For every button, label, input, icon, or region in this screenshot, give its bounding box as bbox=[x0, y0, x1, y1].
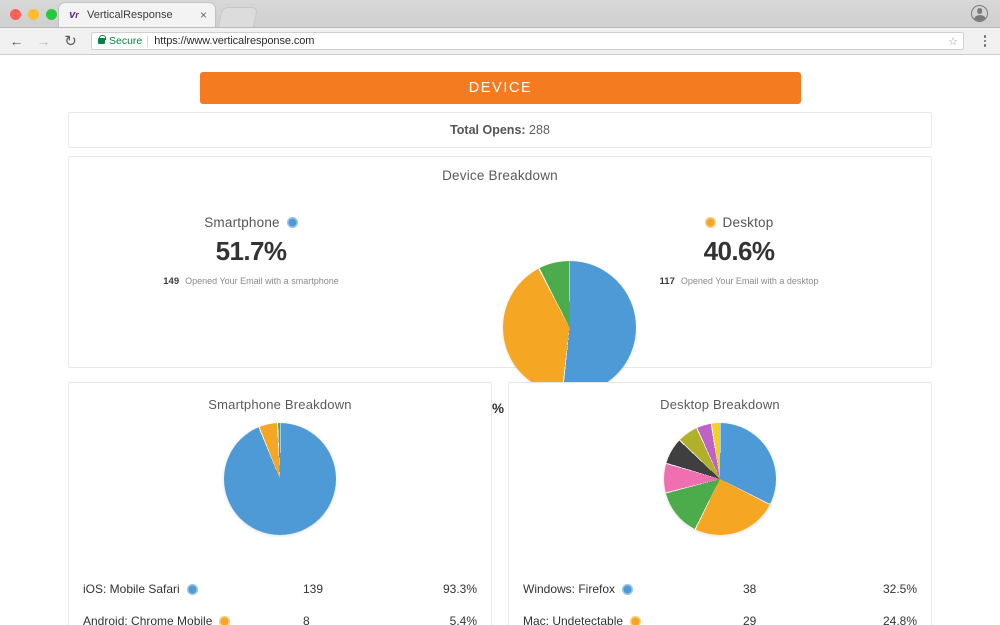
smartphone-stat-head: Smartphone bbox=[121, 215, 381, 230]
forward-button[interactable]: → bbox=[35, 33, 52, 50]
desktop-stat-sub: 117 Opened Your Email with a desktop bbox=[609, 276, 869, 287]
browser-window: vr VerticalResponse × ← → ↻ Secure https… bbox=[0, 0, 1000, 625]
new-tab-button[interactable] bbox=[217, 7, 259, 27]
row-label-text: Android: Chrome Mobile bbox=[83, 614, 213, 625]
window-controls[interactable] bbox=[10, 9, 57, 20]
profile-avatar-icon[interactable] bbox=[971, 5, 988, 22]
browser-tab[interactable]: vr VerticalResponse × bbox=[58, 2, 216, 27]
row-label: iOS: Mobile Safari bbox=[83, 582, 303, 596]
device-banner-label: DEVICE bbox=[468, 80, 533, 96]
smartphone-stat-count: 149 bbox=[163, 276, 180, 287]
desktop-stat-pct: 40.6% bbox=[703, 236, 775, 266]
row-count: 139 bbox=[303, 582, 324, 596]
maximize-window-button[interactable] bbox=[46, 9, 57, 20]
row-percent: 24.8% bbox=[882, 614, 917, 625]
device-banner: DEVICE bbox=[200, 72, 801, 104]
browser-toolbar: ← → ↻ Secure https://www.verticalrespons… bbox=[0, 28, 1000, 55]
row-label-text: Mac: Undetectable bbox=[523, 614, 624, 625]
address-bar[interactable]: Secure https://www.verticalresponse.com … bbox=[91, 32, 964, 50]
desktop-rows: Windows: Firefox 38 32.5% Mac: Undetectable… bbox=[509, 573, 931, 625]
lock-icon bbox=[98, 34, 106, 44]
tab-strip: vr VerticalResponse × bbox=[0, 0, 1000, 28]
reload-button[interactable]: ↻ bbox=[62, 33, 79, 50]
omnibox-divider bbox=[147, 35, 149, 47]
row-label-text: Windows: Firefox bbox=[523, 582, 616, 596]
url-text: https://www.verticalresponse.com bbox=[154, 35, 315, 47]
device-pie-chart bbox=[503, 261, 636, 394]
smartphone-breakdown-card: Smartphone Breakdown iOS: Mobile Safari 1… bbox=[68, 382, 492, 625]
smartphone-pie-chart bbox=[224, 423, 336, 535]
desktop-breakdown-title: Desktop Breakdown bbox=[660, 397, 780, 412]
smartphone-stat: Smartphone 51.7% 149 Opened Your Email w… bbox=[121, 215, 381, 287]
smartphone-breakdown-title: Smartphone Breakdown bbox=[208, 397, 352, 412]
page-content: DEVICE Total Opens: 288 Device Breakdown… bbox=[0, 57, 1000, 625]
row-legend-dot bbox=[630, 615, 642, 625]
smartphone-stat-desc: Opened Your Email with a smartphone bbox=[185, 276, 339, 286]
row-percent: 93.3% bbox=[442, 582, 477, 596]
close-tab-icon[interactable]: × bbox=[198, 9, 209, 21]
device-breakdown-card: Device Breakdown Smartphone 51.7% 149 Op… bbox=[68, 156, 932, 416]
smartphone-stat-pct: 51.7% bbox=[215, 236, 287, 266]
bookmark-star-icon[interactable]: ☆ bbox=[948, 35, 958, 48]
desktop-pie-chart bbox=[664, 423, 776, 535]
smartphone-stat-label: Smartphone bbox=[204, 215, 280, 230]
vr-logo-icon: vr bbox=[69, 9, 79, 21]
secure-label: Secure bbox=[109, 35, 143, 47]
table-row: Android: Chrome Mobile 8 5.4% bbox=[69, 605, 491, 625]
row-label-text: iOS: Mobile Safari bbox=[83, 582, 180, 596]
smartphone-rows: iOS: Mobile Safari 139 93.3% Android: Chrom… bbox=[69, 573, 491, 625]
desktop-stat: Desktop 40.6% 117 Opened Your Email with… bbox=[609, 215, 869, 287]
minimize-window-button[interactable] bbox=[28, 9, 39, 20]
row-percent: 32.5% bbox=[882, 582, 917, 596]
table-row: iOS: Mobile Safari 139 93.3% bbox=[69, 573, 491, 605]
row-label: Windows: Firefox bbox=[523, 582, 743, 596]
desktop-stat-desc: Opened Your Email with a desktop bbox=[680, 276, 819, 286]
smartphone-legend-dot bbox=[286, 217, 298, 228]
row-legend-dot bbox=[622, 583, 634, 595]
tab-title: VerticalResponse bbox=[87, 9, 173, 21]
desktop-stat-label: Desktop bbox=[722, 215, 774, 230]
row-legend-dot bbox=[219, 615, 231, 625]
close-window-button[interactable] bbox=[10, 9, 21, 20]
row-percent: 5.4% bbox=[449, 614, 477, 625]
total-opens-card: Total Opens: 288 bbox=[68, 112, 932, 148]
device-breakdown-title: Device Breakdown bbox=[442, 168, 558, 183]
desktop-stat-count: 117 bbox=[659, 276, 675, 287]
total-opens-text: Total Opens: 288 bbox=[450, 123, 550, 137]
chrome-menu-icon[interactable] bbox=[978, 34, 992, 48]
table-row: Mac: Undetectable 29 24.8% bbox=[509, 605, 931, 625]
smartphone-stat-sub: 149 Opened Your Email with a smartphone bbox=[121, 276, 381, 287]
desktop-legend-dot bbox=[704, 217, 716, 228]
total-opens-label: Total Opens: bbox=[450, 123, 526, 137]
row-label: Mac: Undetectable bbox=[523, 614, 743, 625]
row-count: 8 bbox=[303, 614, 310, 625]
back-button[interactable]: ← bbox=[8, 33, 25, 50]
row-count: 29 bbox=[743, 614, 757, 625]
desktop-stat-head: Desktop bbox=[609, 215, 869, 230]
row-label: Android: Chrome Mobile bbox=[83, 614, 303, 625]
row-legend-dot bbox=[186, 583, 198, 595]
desktop-breakdown-card: Desktop Breakdown Windows: Firefox 38 32.5… bbox=[508, 382, 932, 625]
table-row: Windows: Firefox 38 32.5% bbox=[509, 573, 931, 605]
row-count: 38 bbox=[743, 582, 757, 596]
total-opens-value: 288 bbox=[529, 123, 550, 137]
